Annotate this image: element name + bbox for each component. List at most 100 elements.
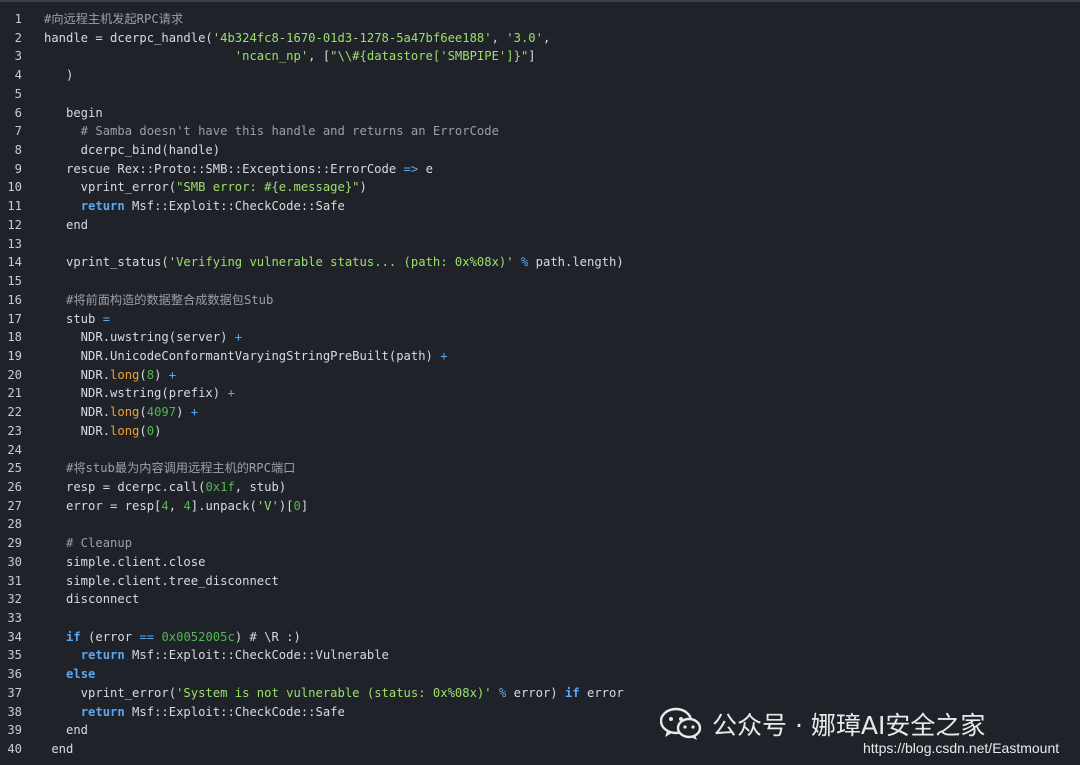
- code-token: Msf::Exploit::CheckCode::Safe: [124, 199, 345, 214]
- code-token: +: [227, 386, 235, 401]
- code-line: 6 begin: [0, 104, 1080, 123]
- code-token: 0x1f: [205, 479, 235, 494]
- code-text: dcerpc_bind(handle): [44, 141, 220, 160]
- code-line: 30 simple.client.close: [0, 553, 1080, 572]
- line-number: 23: [7, 423, 22, 438]
- code-token: return: [80, 199, 125, 214]
- code-line: 27 error = resp[4, 4].unpack('V')[0]: [0, 497, 1080, 516]
- code-line: 15: [0, 272, 1080, 291]
- watermark-text: 公众号 · 娜璋AI安全之家: [712, 711, 986, 740]
- code-line: 13: [0, 235, 1080, 254]
- code-line: 3 'ncacn_np', ["\\#{datastore['SMBPIPE']…: [0, 47, 1080, 66]
- code-line: 11 return Msf::Exploit::CheckCode::Safe: [0, 197, 1080, 216]
- code-token: 0x0052005c: [161, 629, 235, 644]
- line-number: 10: [7, 180, 22, 195]
- line-number: 33: [7, 611, 22, 625]
- code-token: e: [418, 161, 433, 176]
- line-number: 3: [14, 49, 22, 64]
- code-token: ): [44, 68, 74, 83]
- code-token: if: [66, 629, 81, 644]
- code-token: if: [564, 685, 580, 700]
- line-number: 7: [14, 124, 22, 139]
- line-number: 35: [7, 648, 22, 663]
- line-number: 2: [14, 30, 22, 45]
- code-line: 20 NDR.long(8) +: [0, 366, 1080, 385]
- code-line: 10 vprint_error("SMB error: #{e.message}…: [0, 178, 1080, 197]
- code-token: stub: [44, 311, 103, 326]
- code-text: vprint_status('Verifying vulnerable stat…: [44, 253, 624, 272]
- code-token: end: [44, 217, 89, 232]
- code-text: NDR.long(0): [44, 422, 162, 441]
- code-token: NDR.UnicodeConformantVaryingStringPreBui…: [44, 348, 441, 363]
- line-number: 19: [7, 348, 22, 363]
- line-number: 29: [7, 536, 22, 551]
- code-token: "SMB error: #{e.message}": [176, 180, 360, 195]
- code-text: vprint_error("SMB error: #{e.message}"): [44, 178, 367, 197]
- code-line: 31 simple.client.tree_disconnect: [0, 572, 1080, 591]
- code-token: ,: [491, 30, 507, 45]
- code-text: if (error == 0x0052005c) # \R :): [44, 628, 301, 647]
- code-text: 'ncacn_np', ["\\#{datastore['SMBPIPE']}"…: [44, 47, 536, 66]
- code-line: 17 stub =: [0, 310, 1080, 329]
- code-token: ) # \R :): [234, 629, 301, 644]
- code-line: 7 # Samba doesn't have this handle and r…: [0, 122, 1080, 141]
- code-line: 25 #将stub最为内容调用远程主机的RPC端口: [0, 459, 1080, 478]
- line-number: 32: [7, 592, 22, 607]
- code-token: long: [110, 367, 140, 382]
- code-token: # Cleanup: [44, 536, 133, 551]
- code-token: return: [80, 704, 125, 719]
- code-token: 'Verifying vulnerable status... (path: 0…: [168, 255, 514, 270]
- code-text: return Msf::Exploit::CheckCode::Vulnerab…: [44, 646, 389, 665]
- code-line: 34 if (error == 0x0052005c) # \R :): [0, 628, 1080, 647]
- line-number: 24: [7, 442, 22, 457]
- code-token: +: [440, 348, 448, 363]
- code-text: end: [44, 740, 73, 759]
- code-token: error): [506, 685, 565, 700]
- code-token: handle = dcerpc_handle(: [44, 30, 213, 45]
- code-token: =: [102, 311, 111, 326]
- code-text: # Cleanup: [44, 534, 132, 553]
- watermark-url: https://blog.csdn.net/Eastmount: [863, 740, 1060, 756]
- code-line: 36 else: [0, 665, 1080, 684]
- code-text: stub =: [44, 310, 110, 329]
- code-text: rescue Rex::Proto::SMB::Exceptions::Erro…: [44, 160, 433, 179]
- code-text: NDR.UnicodeConformantVaryingStringPreBui…: [44, 347, 448, 366]
- code-token: 4: [183, 498, 191, 513]
- code-line: 14 vprint_status('Verifying vulnerable s…: [0, 253, 1080, 272]
- code-text: disconnect: [44, 590, 139, 609]
- code-line: 22 NDR.long(4097) +: [0, 403, 1080, 422]
- code-text: #将前面构造的数据整合成数据包Stub: [44, 291, 273, 310]
- code-text: # Samba doesn't have this handle and ret…: [44, 122, 499, 141]
- code-line: 35 return Msf::Exploit::CheckCode::Vulne…: [0, 646, 1080, 665]
- code-token: 'V': [256, 498, 279, 513]
- code-token: '3.0': [506, 30, 543, 45]
- line-number: 36: [7, 667, 22, 682]
- code-token: 8: [146, 367, 155, 382]
- code-text: else: [44, 665, 95, 684]
- code-line: 21 NDR.wstring(prefix) +: [0, 384, 1080, 403]
- code-token: path.length): [528, 255, 624, 270]
- line-number: 16: [7, 292, 22, 307]
- code-text: ): [44, 66, 73, 85]
- code-text: simple.client.tree_disconnect: [44, 572, 279, 591]
- code-token: vprint_error(: [44, 685, 177, 700]
- code-token: ): [176, 405, 191, 420]
- code-text: return Msf::Exploit::CheckCode::Safe: [44, 703, 345, 722]
- code-token: (: [139, 423, 147, 438]
- line-number: 25: [7, 461, 22, 476]
- code-line: 5: [0, 85, 1080, 104]
- code-token: , stub): [234, 479, 287, 494]
- code-token: simple.client.tree_disconnect: [44, 573, 279, 588]
- code-area[interactable]: 1 #向远程主机发起RPC请求 2 handle = dcerpc_handle('4…: [0, 10, 1080, 759]
- code-token: begin: [44, 105, 103, 120]
- code-token: )[: [278, 498, 294, 513]
- line-number: 27: [7, 498, 22, 513]
- code-token: resp = dcerpc.call(: [44, 479, 206, 494]
- code-token: Msf::Exploit::CheckCode::Vulnerable: [124, 648, 389, 663]
- code-token: error: [579, 685, 624, 700]
